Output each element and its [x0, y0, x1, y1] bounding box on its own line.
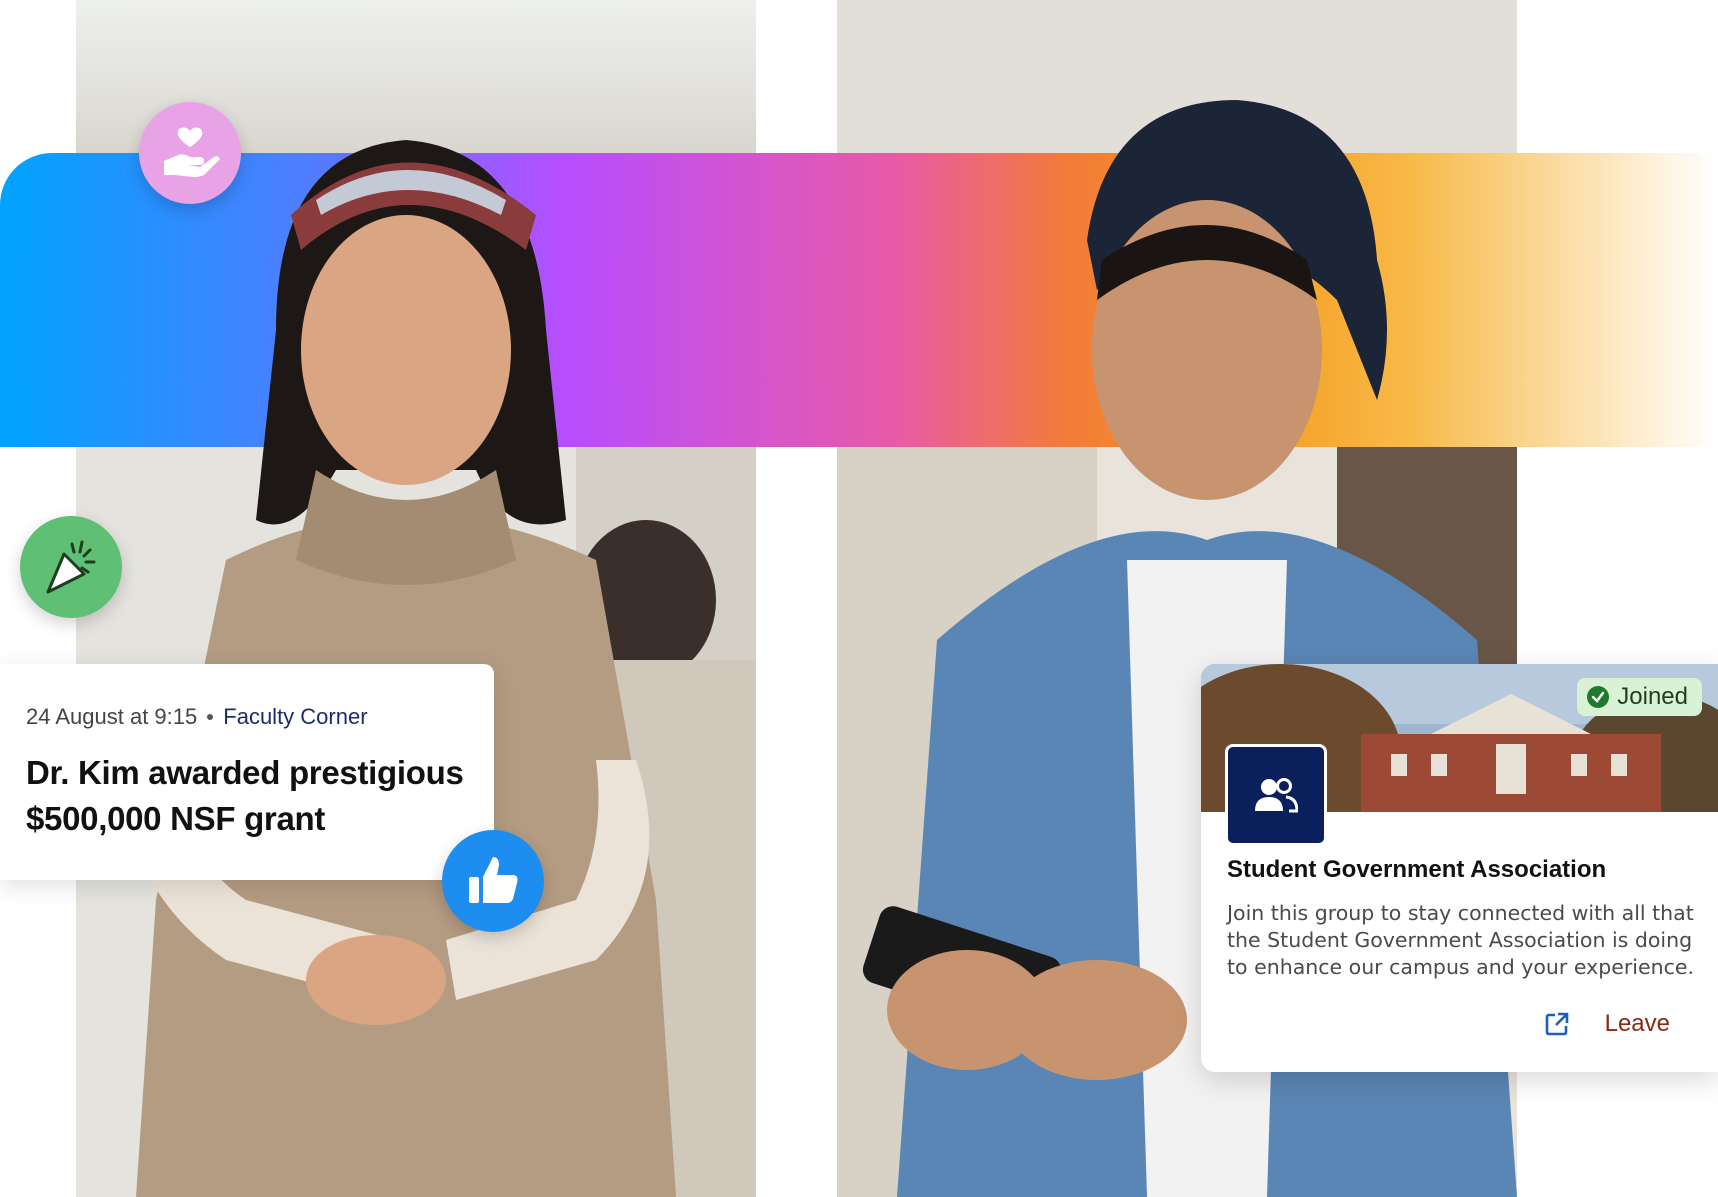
post-card[interactable]: 24 August at 9:15 Faculty Corner Dr. Kim… — [0, 664, 494, 880]
external-link-icon[interactable] — [1545, 1012, 1569, 1036]
post-date: 24 August at 9:15 — [26, 704, 198, 729]
group-avatar — [1225, 744, 1327, 846]
joined-label: Joined — [1617, 683, 1688, 710]
group-card[interactable]: Joined Student Government Association Jo… — [1201, 664, 1718, 1072]
leave-button[interactable]: Leave — [1605, 1010, 1670, 1038]
post-channel-link[interactable]: Faculty Corner — [223, 704, 367, 730]
group-description: Join this group to stay connected with a… — [1227, 901, 1694, 979]
thumbs-up-icon — [469, 857, 518, 903]
celebrate-reaction-badge — [20, 516, 122, 618]
care-reaction-badge — [139, 102, 241, 204]
group-users-icon — [1255, 778, 1298, 813]
party-popper-icon — [46, 540, 96, 594]
joined-status-badge: Joined — [1577, 678, 1702, 716]
post-meta: 24 August at 9:15 Faculty Corner — [26, 704, 468, 730]
group-name[interactable]: Student Government Association — [1227, 856, 1606, 884]
post-title[interactable]: Dr. Kim awarded prestigious $500,000 NSF… — [26, 750, 468, 842]
like-reaction-badge — [442, 830, 544, 932]
separator-dot — [207, 714, 214, 720]
group-actions: Leave — [1545, 1010, 1670, 1038]
hand-heart-icon — [164, 127, 220, 177]
check-circle-icon — [1587, 686, 1610, 708]
